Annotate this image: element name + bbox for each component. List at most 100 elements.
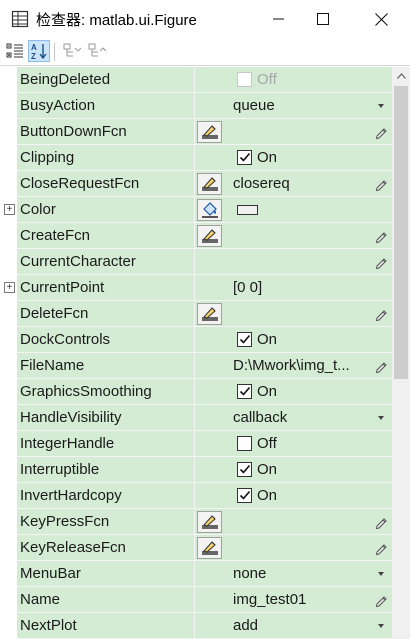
value-checkbox[interactable] — [237, 488, 252, 503]
dropdown-arrow-icon[interactable] — [378, 572, 384, 576]
expand-plus-icon[interactable]: + — [4, 204, 15, 215]
value-checkbox[interactable] — [237, 150, 252, 165]
property-row-create-fcn[interactable]: CreateFcn — [0, 223, 392, 249]
property-name: BeingDeleted — [17, 67, 195, 93]
property-value[interactable] — [195, 509, 392, 535]
property-row-interruptible[interactable]: Interruptible On — [0, 457, 392, 483]
callback-editor-button[interactable] — [197, 511, 222, 533]
pencil-icon[interactable] — [374, 541, 388, 555]
property-value[interactable]: callback — [195, 405, 392, 431]
property-row-color[interactable]: + Color — [0, 197, 392, 223]
property-row-button-down-fcn[interactable]: ButtonDownFcn — [0, 119, 392, 145]
property-value[interactable]: closereq — [195, 171, 392, 197]
property-row-file-name[interactable]: FileName D:\Mwork\img_t... — [0, 353, 392, 379]
row-gutter — [0, 405, 17, 431]
collapse-all-button[interactable] — [86, 40, 108, 62]
property-value[interactable]: queue — [195, 93, 392, 119]
value-text: D:\Mwork\img_t... — [233, 357, 350, 374]
property-row-busy-action[interactable]: BusyAction queue — [0, 93, 392, 119]
dropdown-arrow-icon[interactable] — [378, 104, 384, 108]
row-gutter — [0, 67, 17, 93]
value-checkbox[interactable] — [237, 332, 252, 347]
property-row-dock-controls[interactable]: DockControls On — [0, 327, 392, 353]
property-row-delete-fcn[interactable]: DeleteFcn — [0, 301, 392, 327]
checkmark-icon — [239, 334, 250, 344]
value-checkbox[interactable] — [237, 436, 252, 451]
maximize-button[interactable] — [300, 0, 346, 38]
property-value[interactable]: On — [195, 145, 392, 171]
property-value[interactable]: D:\Mwork\img_t... — [195, 353, 392, 379]
property-value[interactable]: Off — [195, 431, 392, 457]
property-value[interactable] — [195, 119, 392, 145]
inspector-toolbar: A Z — [0, 38, 413, 66]
pencil-icon[interactable] — [374, 177, 388, 191]
property-value[interactable]: On — [195, 457, 392, 483]
property-name: CreateFcn — [17, 223, 195, 249]
callback-editor-button[interactable] — [197, 303, 222, 325]
pencil-icon[interactable] — [374, 255, 388, 269]
property-value[interactable] — [195, 223, 392, 249]
property-row-invert-hardcopy[interactable]: InvertHardcopy On — [0, 483, 392, 509]
property-value[interactable] — [195, 197, 392, 223]
property-value[interactable]: On — [195, 327, 392, 353]
expand-all-button[interactable] — [61, 40, 83, 62]
pencil-icon[interactable] — [374, 307, 388, 321]
callback-editor-button[interactable] — [197, 225, 222, 247]
callback-edit-icon — [201, 307, 218, 321]
property-name: DeleteFcn — [17, 301, 195, 327]
checkbox-label: On — [257, 487, 278, 504]
color-swatch[interactable] — [237, 205, 258, 215]
callback-edit-icon — [201, 541, 218, 555]
title-bar[interactable]: 检查器: matlab.ui.Figure — [0, 0, 413, 38]
callback-editor-button[interactable] — [197, 121, 222, 143]
value-checkbox[interactable] — [237, 462, 252, 477]
property-value[interactable] — [195, 535, 392, 561]
property-value[interactable]: [0 0] — [195, 275, 392, 301]
property-row-close-request-fcn[interactable]: CloseRequestFcn closereq — [0, 171, 392, 197]
scroll-up-button[interactable] — [392, 67, 410, 84]
property-value[interactable]: add — [195, 613, 392, 639]
value-checkbox[interactable] — [237, 384, 252, 399]
callback-editor-button[interactable] — [197, 173, 222, 195]
row-gutter — [0, 379, 17, 405]
vertical-scrollbar[interactable] — [392, 67, 410, 639]
row-gutter — [0, 145, 17, 171]
property-row-key-press-fcn[interactable]: KeyPressFcn — [0, 509, 392, 535]
property-row-current-point[interactable]: + CurrentPoint [0 0] — [0, 275, 392, 301]
window-title: 检查器: matlab.ui.Figure — [36, 12, 197, 29]
property-value[interactable]: On — [195, 379, 392, 405]
property-value[interactable]: Off — [195, 67, 392, 93]
pencil-icon[interactable] — [374, 125, 388, 139]
close-button[interactable] — [358, 0, 404, 38]
pencil-icon[interactable] — [374, 359, 388, 373]
property-row-key-release-fcn[interactable]: KeyReleaseFcn — [0, 535, 392, 561]
property-row-name[interactable]: Name img_test01 — [0, 587, 392, 613]
pencil-icon[interactable] — [374, 515, 388, 529]
property-row-current-character[interactable]: CurrentCharacter — [0, 249, 392, 275]
categorized-view-button[interactable] — [4, 40, 26, 62]
pencil-icon[interactable] — [374, 229, 388, 243]
property-value[interactable]: none — [195, 561, 392, 587]
property-row-integer-handle[interactable]: IntegerHandle Off — [0, 431, 392, 457]
property-value[interactable] — [195, 301, 392, 327]
pencil-icon[interactable] — [374, 593, 388, 607]
scroll-thumb[interactable] — [394, 86, 408, 379]
property-row-being-deleted[interactable]: BeingDeleted Off — [0, 67, 392, 93]
callback-editor-button[interactable] — [197, 537, 222, 559]
property-value[interactable]: On — [195, 483, 392, 509]
color-picker-button[interactable] — [197, 199, 222, 221]
property-row-graphics-smoothing[interactable]: GraphicsSmoothing On — [0, 379, 392, 405]
sort-az-button[interactable]: A Z — [28, 40, 50, 62]
property-row-handle-visibility[interactable]: HandleVisibility callback — [0, 405, 392, 431]
property-value[interactable] — [195, 249, 392, 275]
property-row-next-plot[interactable]: NextPlot add — [0, 613, 392, 639]
expand-plus-icon[interactable]: + — [4, 282, 15, 293]
dropdown-arrow-icon[interactable] — [378, 624, 384, 628]
property-name: IntegerHandle — [17, 431, 195, 457]
minimize-button[interactable] — [256, 0, 302, 38]
property-row-menu-bar[interactable]: MenuBar none — [0, 561, 392, 587]
property-name: CurrentCharacter — [17, 249, 195, 275]
property-row-clipping[interactable]: Clipping On — [0, 145, 392, 171]
property-value[interactable]: img_test01 — [195, 587, 392, 613]
dropdown-arrow-icon[interactable] — [378, 416, 384, 420]
